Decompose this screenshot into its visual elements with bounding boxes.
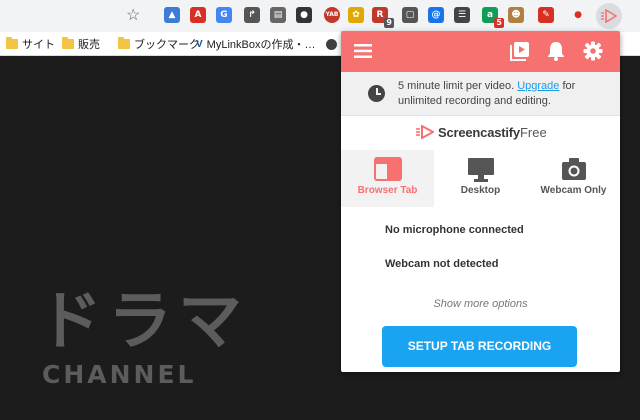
bookmark-label: サイト	[22, 39, 55, 51]
upgrade-link[interactable]: Upgrade	[517, 80, 559, 92]
mode-label: Browser Tab	[357, 185, 418, 196]
screencastify-logo-icon	[416, 125, 434, 139]
note-icon[interactable]: ▤	[270, 7, 286, 23]
globe-icon	[326, 38, 337, 50]
bookmark-label: 販売	[78, 39, 100, 51]
channel-logo-english: CHANNEL	[42, 360, 197, 389]
bookmark-star-icon[interactable]: ☆	[126, 6, 140, 26]
pdf-icon[interactable]: A	[190, 7, 206, 23]
bookmark-bookmarks[interactable]: ブックマーク	[118, 36, 200, 52]
screencastify-popup: 5 minute limit per video. Upgrade for un…	[341, 31, 620, 372]
folder-icon	[62, 37, 74, 49]
notice-limit-text: 5 minute limit per video.	[398, 80, 518, 92]
mode-label: Webcam Only	[540, 185, 607, 196]
avatar-ext-icon[interactable]: ☻	[508, 7, 524, 23]
bookmark-mylinkbox[interactable]: V MyLinkBoxの作成・…	[196, 36, 315, 52]
arrow-tool-icon[interactable]: ↱	[244, 7, 260, 23]
at-icon[interactable]: @	[428, 7, 444, 23]
eyes-icon[interactable]: ●	[296, 7, 312, 23]
mode-label: Desktop	[460, 185, 501, 196]
notifications-bell-icon[interactable]	[547, 41, 565, 61]
setup-tab-recording-button[interactable]: SETUP TAB RECORDING	[382, 326, 577, 367]
bookmark-sales[interactable]: 販売	[62, 36, 100, 52]
record-dot-icon[interactable]: ●	[570, 7, 586, 23]
bug-icon[interactable]: ✿	[348, 7, 364, 23]
menu-icon[interactable]	[354, 44, 372, 58]
clock-icon	[368, 85, 385, 102]
bookmark-label: ブックマーク	[134, 39, 200, 51]
a-badge-icon[interactable]: a5	[482, 7, 504, 28]
extension-badge-count: 5	[494, 18, 504, 28]
browser-tab-icon	[373, 157, 402, 181]
webcam-status[interactable]: Webcam not detected	[385, 258, 499, 270]
settings-gear-icon[interactable]	[583, 41, 603, 61]
azure-icon[interactable]: ▲	[164, 7, 180, 23]
brand-name: Screencastify	[438, 124, 520, 140]
tab-desktop[interactable]: Desktop	[434, 150, 527, 207]
mylinkbox-icon: V	[196, 38, 203, 50]
browser-toolbar: ☆ ▲ A G ↱ ▤ ● YAB ✿ R 9 ▢ @ ☰ a 5 ☻ ✎ ●	[0, 0, 640, 32]
microphone-status[interactable]: No microphone connected	[385, 224, 524, 236]
show-more-options-link[interactable]: Show more options	[341, 298, 620, 310]
tab-webcam-only[interactable]: Webcam Only	[527, 150, 620, 207]
bookmark-site[interactable]: サイト	[6, 36, 55, 52]
webcam-camera-icon	[561, 158, 586, 180]
yab-icon[interactable]: YAB	[324, 7, 340, 23]
bookmark-globe[interactable]	[326, 36, 341, 52]
desktop-monitor-icon	[467, 158, 494, 182]
pen-icon[interactable]: ✎	[538, 7, 554, 23]
brand-tier: Free	[519, 124, 547, 140]
recording-mode-tabs: Browser Tab Desktop Webcam Only	[341, 150, 620, 207]
tab-browser-tab[interactable]: Browser Tab	[341, 150, 434, 207]
extension-badge-count: 9	[384, 18, 394, 28]
notice-text: 5 minute limit per video. Upgrade for un…	[398, 79, 608, 109]
folder-icon	[6, 37, 18, 49]
video-library-icon[interactable]	[510, 41, 530, 61]
time-limit-notice: 5 minute limit per video. Upgrade for un…	[341, 72, 620, 116]
channel-logo-japanese: ドラマ	[38, 285, 248, 359]
checklist-icon[interactable]: ☰	[454, 7, 470, 23]
pocket-icon[interactable]: ▢	[402, 7, 418, 23]
translate-icon[interactable]: G	[216, 7, 232, 23]
screencastify-icon	[601, 9, 617, 23]
screencastify-extension-button[interactable]	[596, 3, 622, 29]
bookmark-label: MyLinkBoxの作成・…	[206, 39, 316, 51]
screencastify-brand: Screencastify Free	[416, 123, 547, 141]
popup-header	[341, 31, 620, 72]
folder-icon	[118, 37, 130, 49]
r-icon[interactable]: R9	[372, 7, 394, 28]
